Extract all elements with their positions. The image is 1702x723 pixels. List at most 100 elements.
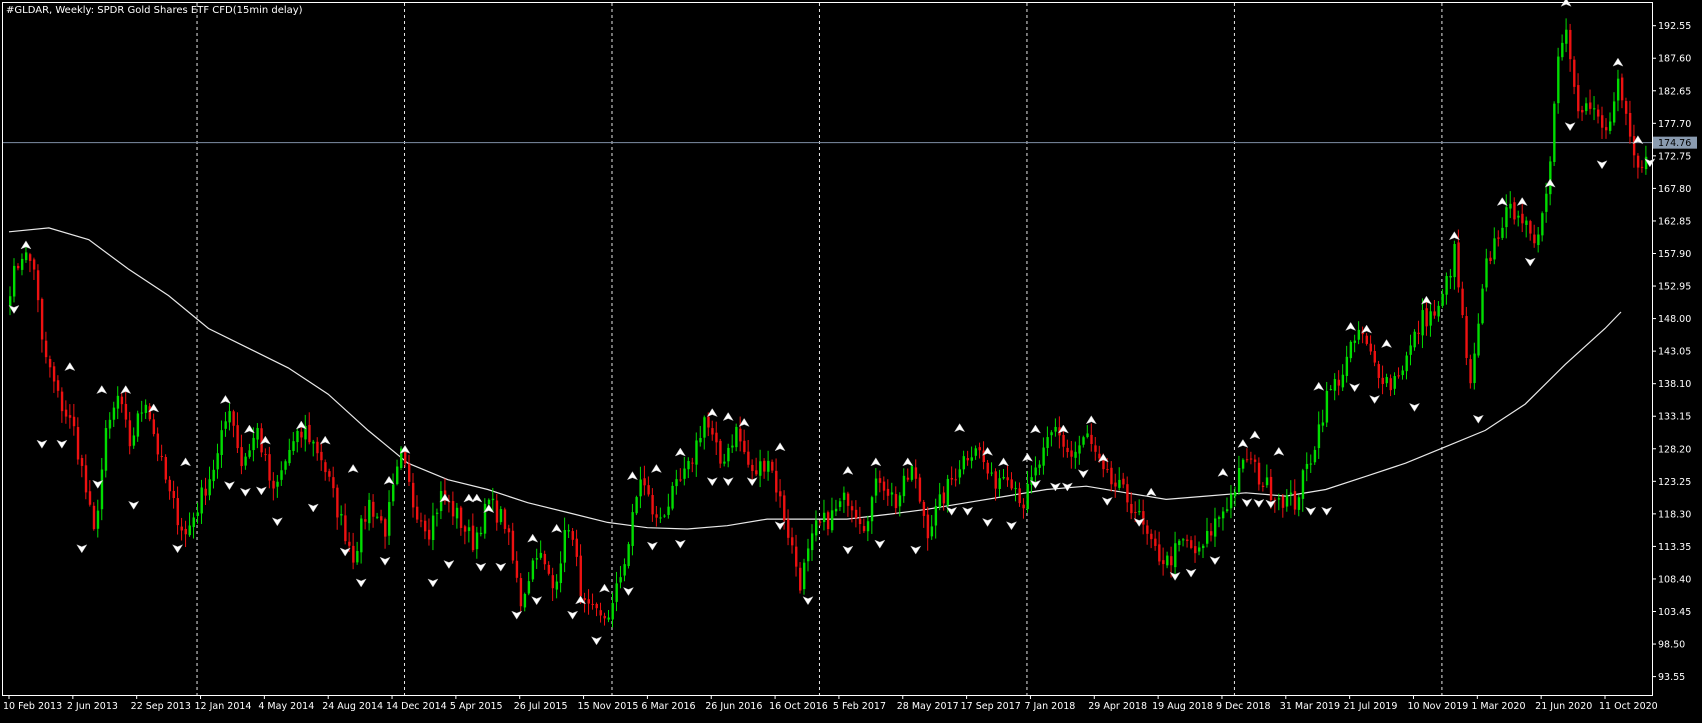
candle-body — [1082, 437, 1085, 445]
candle-body — [32, 259, 36, 270]
candle-body — [1010, 479, 1013, 489]
candle-body — [870, 497, 874, 522]
candle-body — [328, 471, 331, 477]
candle-body — [1377, 364, 1380, 378]
y-tick-label: 113.35 — [1658, 542, 1691, 553]
candle[interactable] — [164, 454, 168, 484]
candle-body — [1146, 525, 1149, 534]
candle-body — [320, 451, 323, 461]
chart[interactable]: 192.55 187.60 182.65 177.70 172.75 167.80 162.… — [0, 0, 1702, 719]
candle-body — [459, 507, 463, 528]
candle-body — [280, 470, 283, 480]
x-tick-label: 21 Jul 2019 — [1344, 701, 1398, 712]
candle-body — [236, 425, 239, 449]
candle-body — [128, 420, 132, 447]
candle-body — [1026, 483, 1029, 510]
candle-body — [555, 581, 559, 590]
candle-body — [156, 433, 160, 455]
candle-body — [842, 492, 846, 500]
candle-body — [487, 499, 491, 505]
y-tick-label: 157.90 — [1658, 249, 1691, 260]
candle-body — [894, 494, 898, 509]
candle-body — [499, 509, 503, 523]
candle[interactable] — [104, 420, 108, 478]
candle[interactable] — [1481, 284, 1484, 325]
candle-body — [144, 404, 148, 413]
candle-body — [132, 435, 136, 446]
candle-body — [348, 541, 351, 546]
candle-body — [471, 525, 475, 551]
candle-body — [1265, 477, 1269, 486]
candle-body — [547, 564, 551, 574]
candle-body — [1461, 288, 1464, 316]
candle[interactable] — [260, 423, 263, 458]
candle-body — [1150, 533, 1153, 540]
candle-body — [1261, 485, 1265, 488]
candle-body — [1557, 56, 1560, 104]
candle[interactable] — [735, 423, 738, 452]
candle-body — [902, 475, 906, 497]
candle-body — [1094, 445, 1097, 452]
candle-body — [268, 454, 271, 481]
candle-body — [284, 461, 287, 470]
candle-body — [994, 471, 997, 489]
candle-body — [1497, 237, 1500, 239]
candle-body — [1122, 478, 1125, 485]
candle-body — [906, 477, 910, 480]
candle-body — [152, 419, 156, 435]
candle-body — [619, 577, 622, 583]
candle-body — [368, 499, 371, 524]
candle-body — [635, 497, 638, 514]
candle-body — [419, 520, 423, 522]
candle-body — [934, 506, 938, 526]
candle-body — [100, 469, 104, 510]
current-price-tag: 174.76 — [1653, 136, 1697, 149]
candle-body — [36, 270, 40, 301]
candle-body — [938, 494, 942, 508]
candle[interactable] — [627, 541, 630, 569]
candle-body — [615, 583, 618, 602]
candle-body — [1229, 494, 1233, 509]
candle[interactable] — [483, 498, 487, 539]
candle[interactable] — [92, 502, 96, 531]
candle[interactable] — [531, 558, 535, 582]
candle[interactable] — [635, 495, 638, 516]
candle-body — [20, 258, 24, 270]
candle-body — [1469, 359, 1472, 384]
candle-body — [866, 521, 870, 532]
candle-body — [408, 463, 411, 482]
candle-body — [96, 510, 100, 529]
candle[interactable] — [671, 482, 674, 511]
candle-body — [735, 426, 738, 448]
candle[interactable] — [918, 473, 922, 504]
candle-body — [332, 477, 335, 489]
candle-body — [1277, 498, 1281, 500]
candle-body — [1441, 293, 1444, 306]
candle-body — [204, 488, 207, 496]
candlestick-chart[interactable]: 192.55 187.60 182.65 177.70 172.75 167.80 162.… — [0, 0, 1702, 719]
candle-body — [978, 447, 981, 451]
candle-body — [611, 603, 614, 620]
candle-body — [571, 531, 574, 540]
candle-body — [942, 492, 946, 504]
candle-body — [1417, 332, 1420, 334]
candle[interactable] — [910, 463, 914, 482]
candle-body — [1601, 115, 1604, 128]
x-tick-label: 29 Apr 2018 — [1088, 701, 1147, 712]
candle-body — [914, 467, 918, 479]
candle-body — [886, 488, 890, 496]
y-tick-label: 187.60 — [1658, 54, 1691, 65]
candle-body — [663, 515, 666, 517]
candle-body — [44, 340, 48, 358]
candle-body — [1154, 538, 1157, 546]
candle-body — [308, 424, 311, 443]
candle-body — [1644, 156, 1648, 170]
candle-body — [683, 468, 686, 479]
candle-body — [1573, 59, 1576, 87]
candle-body — [699, 438, 702, 443]
candle[interactable] — [1553, 101, 1556, 166]
candle-body — [112, 407, 116, 420]
candle-body — [232, 411, 235, 426]
candle-body — [511, 530, 515, 561]
candle-body — [1301, 470, 1305, 499]
